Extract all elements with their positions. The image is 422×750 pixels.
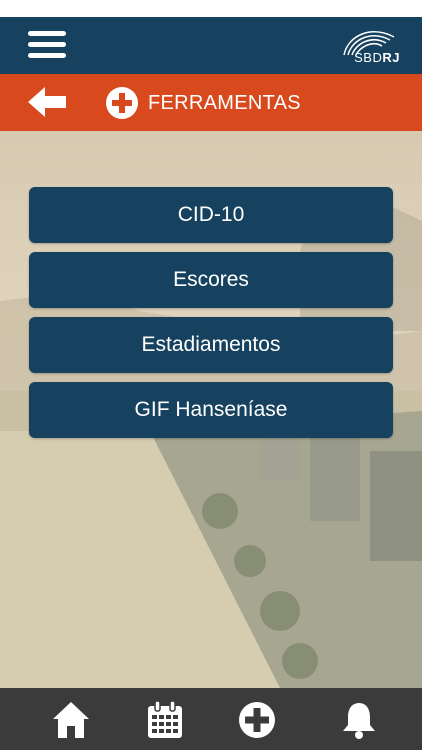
logo-text: SBDRJ (354, 50, 400, 65)
menu-button-gif-hanseniase[interactable]: GIF Hanseníase (29, 382, 393, 438)
home-icon[interactable] (51, 700, 91, 740)
back-arrow-icon[interactable] (28, 85, 68, 119)
logo-text-suffix: RJ (382, 50, 400, 65)
top-bar: SBDRJ (0, 17, 422, 74)
plus-circle-icon (106, 87, 138, 119)
hamburger-menu-icon[interactable] (28, 29, 68, 61)
plus-circle-icon[interactable] (237, 700, 277, 740)
calendar-icon[interactable] (145, 700, 185, 740)
menu-button-cid10[interactable]: CID-10 (29, 187, 393, 243)
title-bar: FERRAMENTAS (0, 74, 422, 131)
tools-menu: CID-10 Escores Estadiamentos GIF Hansení… (29, 187, 393, 447)
bottom-nav (0, 688, 422, 750)
menu-button-estadiamentos[interactable]: Estadiamentos (29, 317, 393, 373)
menu-button-escores[interactable]: Escores (29, 252, 393, 308)
page-title: FERRAMENTAS (148, 92, 301, 114)
status-strip (0, 0, 422, 17)
bell-icon[interactable] (339, 700, 379, 740)
logo-text-bold: SBD (354, 50, 383, 65)
